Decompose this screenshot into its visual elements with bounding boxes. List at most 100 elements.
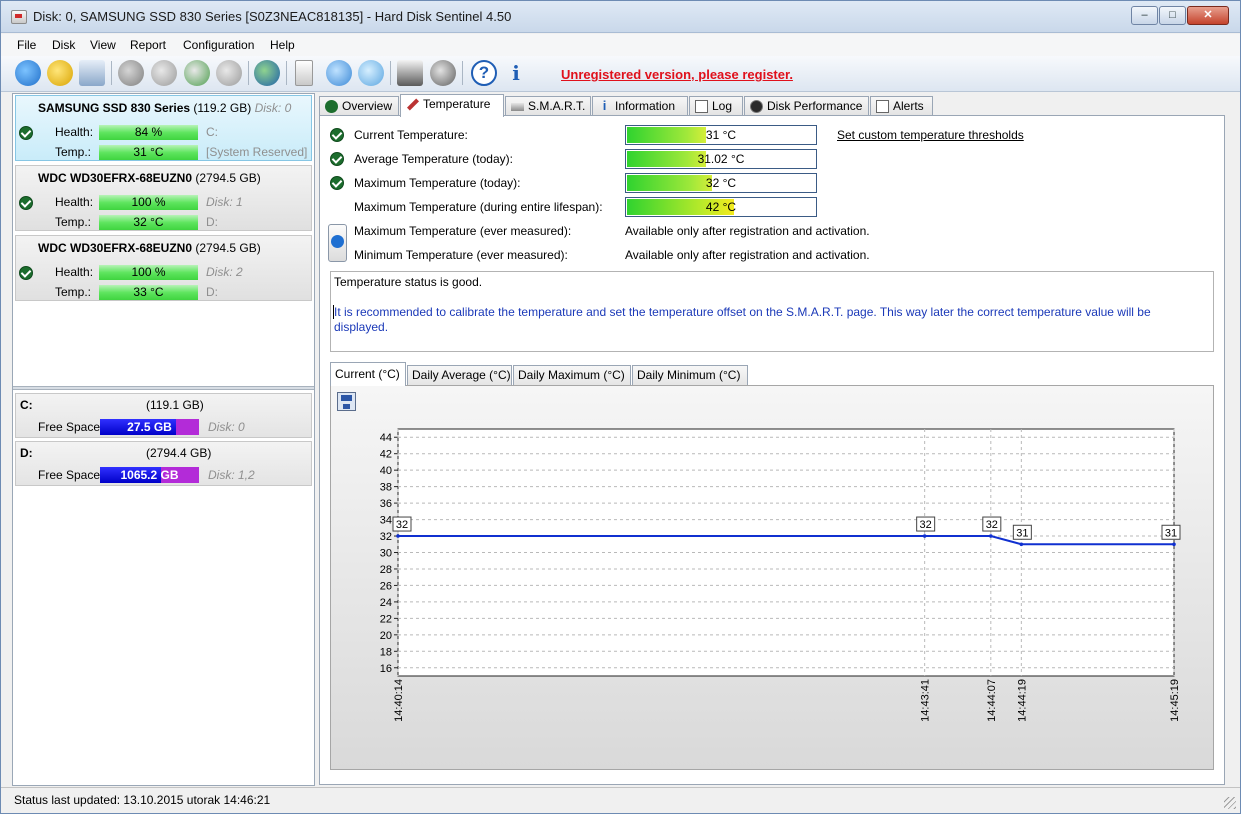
menu-configuration[interactable]: Configuration bbox=[183, 38, 254, 52]
tab-temperature[interactable]: Temperature bbox=[400, 94, 504, 117]
temp-label: Temp.: bbox=[55, 145, 92, 159]
window-title: Disk: 0, SAMSUNG SSD 830 Series [S0Z3NEA… bbox=[33, 9, 512, 24]
disk-card[interactable]: SAMSUNG SSD 830 Series (119.2 GB) Disk: … bbox=[15, 95, 312, 161]
about-icon[interactable]: i bbox=[503, 60, 529, 86]
temperature-chart: 16 18 20 22 24 26 28 30 32 34 36 38 40 42 44 14:40:14 14… bbox=[380, 428, 1181, 722]
y-tick-label: 26 bbox=[380, 580, 392, 592]
ok-icon bbox=[325, 100, 338, 113]
thermometer-icon bbox=[406, 98, 420, 111]
y-tick-label: 20 bbox=[380, 630, 392, 642]
y-tick-label: 42 bbox=[380, 449, 392, 461]
y-tick-label: 34 bbox=[380, 515, 392, 527]
register-link[interactable]: Unregistered version, please register. bbox=[561, 67, 793, 82]
tab-daily-average[interactable]: Daily Average (°C) bbox=[407, 365, 512, 385]
recommendation-text: It is recommended to calibrate the tempe… bbox=[334, 305, 1151, 334]
report-icon[interactable] bbox=[295, 60, 313, 86]
gauge-icon bbox=[750, 100, 763, 113]
y-tick-label: 38 bbox=[380, 482, 392, 494]
max-today-temp-value: 32 °C bbox=[705, 176, 737, 190]
minimize-button[interactable]: ‒ bbox=[1131, 6, 1158, 25]
disk-card[interactable]: WDC WD30EFRX-68EUZN0 (2794.5 GB) Health:… bbox=[15, 235, 312, 301]
menu-file[interactable]: File bbox=[17, 38, 36, 52]
disk-info-icon[interactable] bbox=[216, 60, 242, 86]
resize-grip[interactable] bbox=[1224, 797, 1236, 809]
temp-label: Temp.: bbox=[55, 215, 92, 229]
disk-icon[interactable] bbox=[79, 60, 105, 86]
sync-icon[interactable] bbox=[326, 60, 352, 86]
disk-partition-note: C: bbox=[206, 125, 218, 139]
ever-min-temp-note: Available only after registration and ac… bbox=[625, 248, 870, 262]
status-bar: Status last updated: 13.10.2015 utorak 1… bbox=[1, 787, 1240, 813]
tab-log[interactable]: Log bbox=[689, 96, 743, 116]
data-label: 31 bbox=[1016, 527, 1028, 539]
toolbar-separator bbox=[462, 61, 463, 85]
x-tick-label: 14:45:19 bbox=[1169, 679, 1181, 722]
x-tick-label: 14:40:14 bbox=[393, 679, 405, 722]
toolbar-separator bbox=[286, 61, 287, 85]
free-space-label: Free Space bbox=[38, 468, 101, 482]
refresh-icon[interactable] bbox=[15, 60, 41, 86]
panel-splitter[interactable] bbox=[13, 386, 314, 390]
sound-icon[interactable] bbox=[430, 60, 456, 86]
data-label: 32 bbox=[396, 519, 408, 531]
help-icon[interactable]: ? bbox=[471, 60, 497, 86]
menu-view[interactable]: View bbox=[90, 38, 116, 52]
menu-disk[interactable]: Disk bbox=[52, 38, 75, 52]
data-label: 32 bbox=[920, 519, 932, 531]
partition-disk-note: Disk: 0 bbox=[208, 420, 245, 434]
chart-icon[interactable] bbox=[397, 60, 423, 86]
max-today-temp-label: Maximum Temperature (today): bbox=[354, 176, 521, 190]
max-lifespan-temp-label: Maximum Temperature (during entire lifes… bbox=[354, 200, 603, 214]
y-tick-label: 40 bbox=[380, 465, 392, 477]
y-tick-label: 16 bbox=[380, 663, 392, 675]
partition-card[interactable]: C: (119.1 GB) Free Space 27.5 GB Disk: 0 bbox=[15, 393, 312, 438]
tab-daily-maximum[interactable]: Daily Maximum (°C) bbox=[513, 365, 631, 385]
data-label: 32 bbox=[986, 519, 998, 531]
y-tick-label: 32 bbox=[380, 531, 392, 543]
health-bar: 100 % bbox=[99, 195, 198, 210]
tab-current[interactable]: Current (°C) bbox=[330, 362, 406, 386]
threshold-link[interactable]: Set custom temperature thresholds bbox=[837, 128, 1024, 142]
partition-disk-note: Disk: 1,2 bbox=[208, 468, 255, 482]
temp-label: Temp.: bbox=[55, 285, 92, 299]
network-icon[interactable] bbox=[358, 60, 384, 86]
globe-icon[interactable] bbox=[254, 60, 280, 86]
ever-min-temp-label: Minimum Temperature (ever measured): bbox=[354, 248, 568, 262]
tab-daily-minimum[interactable]: Daily Minimum (°C) bbox=[632, 365, 748, 385]
tab-information[interactable]: i Information bbox=[592, 96, 688, 116]
warning-icon[interactable] bbox=[47, 60, 73, 86]
menu-report[interactable]: Report bbox=[130, 38, 166, 52]
temperature-panel: Current Temperature: 31 °C Set custom te… bbox=[319, 115, 1225, 785]
disk-list-panel: SAMSUNG SSD 830 Series (119.2 GB) Disk: … bbox=[12, 93, 315, 786]
expand-button[interactable] bbox=[328, 224, 347, 262]
tab-overview[interactable]: Overview bbox=[319, 96, 399, 116]
tab-alerts[interactable]: Alerts bbox=[870, 96, 933, 116]
partition-card[interactable]: D: (2794.4 GB) Free Space 1065.2 GB Disk… bbox=[15, 441, 312, 486]
partition-letter: D: bbox=[20, 446, 33, 460]
disk-tools-icon[interactable] bbox=[118, 60, 144, 86]
app-icon bbox=[11, 10, 27, 24]
temperature-status-text: Temperature status is good. bbox=[334, 275, 483, 289]
maximize-button[interactable]: □ bbox=[1159, 6, 1186, 25]
log-icon bbox=[695, 100, 708, 113]
toolbar-separator bbox=[390, 61, 391, 85]
tab-disk-performance[interactable]: Disk Performance bbox=[744, 96, 869, 116]
y-tick-label: 30 bbox=[380, 548, 392, 560]
menu-bar: File Disk View Report Configuration Help bbox=[1, 34, 1240, 56]
toolbar-separator bbox=[248, 61, 249, 85]
tab-smart[interactable]: S.M.A.R.T. bbox=[505, 96, 591, 116]
average-temp-label: Average Temperature (today): bbox=[354, 152, 513, 166]
disk-partition-note: D: bbox=[206, 285, 218, 299]
health-label: Health: bbox=[55, 195, 94, 209]
y-tick-label: 18 bbox=[380, 646, 392, 658]
disk-check-icon[interactable] bbox=[151, 60, 177, 86]
ok-status-icon bbox=[330, 176, 344, 190]
menu-help[interactable]: Help bbox=[270, 38, 295, 52]
disk-repair-icon[interactable] bbox=[184, 60, 210, 86]
temperature-status-box: Temperature status is good. It is recomm… bbox=[330, 271, 1214, 352]
disk-partition-note: D: bbox=[206, 215, 218, 229]
free-space-bar: 27.5 GB bbox=[100, 419, 199, 435]
disk-card[interactable]: WDC WD30EFRX-68EUZN0 (2794.5 GB) Health:… bbox=[15, 165, 312, 231]
temp-bar: 32 °C bbox=[99, 215, 198, 230]
close-button[interactable]: ✕ bbox=[1187, 6, 1229, 25]
